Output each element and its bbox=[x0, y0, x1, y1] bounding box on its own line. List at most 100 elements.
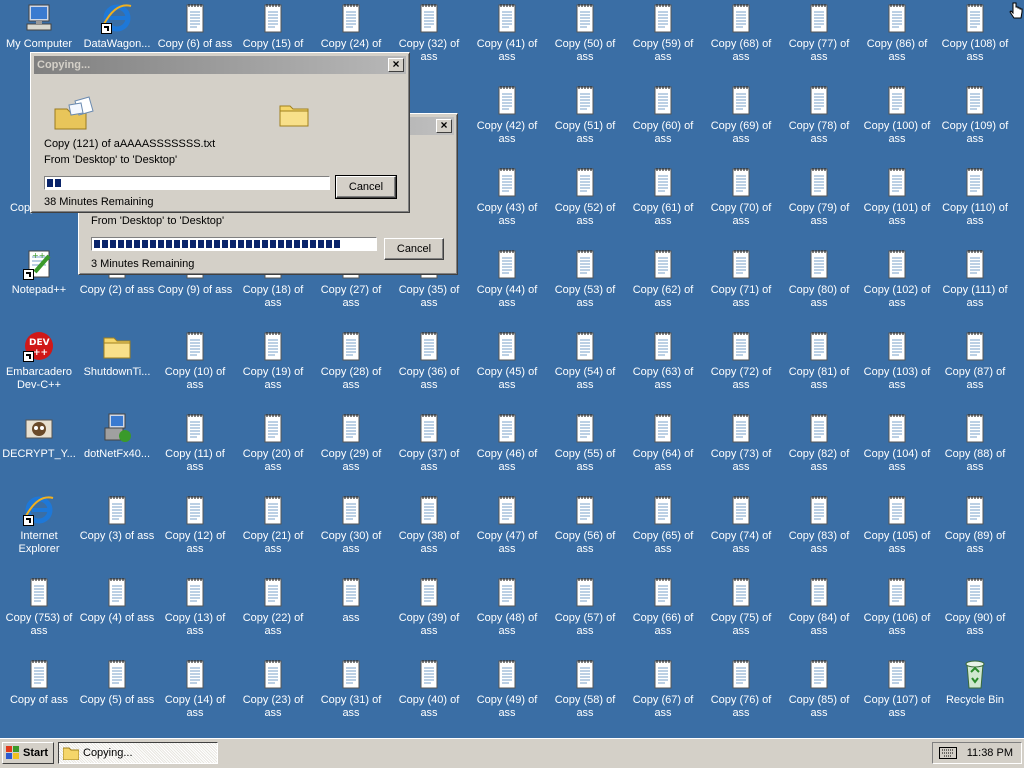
desktop-icon[interactable]: Copy (83) of ass bbox=[780, 494, 858, 574]
desktop-icon[interactable]: Copy (71) of ass bbox=[702, 248, 780, 328]
desktop-icon[interactable]: Copy (104) of ass bbox=[858, 412, 936, 492]
desktop-icon[interactable]: Copy (10) of ass bbox=[156, 330, 234, 410]
desktop-icon[interactable]: Copy (110) of ass bbox=[936, 166, 1014, 246]
desktop-icon[interactable]: ShutdownTi... bbox=[78, 330, 156, 410]
desktop-icon[interactable]: Copy (49) of ass bbox=[468, 658, 546, 738]
desktop-icon[interactable]: Copy (101) of ass bbox=[858, 166, 936, 246]
copy-dialog[interactable]: Copying... × Copy (121) of aAAAASSSSSSS.… bbox=[30, 52, 410, 213]
desktop-icon[interactable]: Copy (57) of ass bbox=[546, 576, 624, 656]
desktop-icon[interactable]: Copy (48) of ass bbox=[468, 576, 546, 656]
desktop-icon[interactable]: Copy (19) of ass bbox=[234, 330, 312, 410]
desktop-icon[interactable]: Copy (23) of ass bbox=[234, 658, 312, 738]
desktop-icon[interactable]: Copy (43) of ass bbox=[468, 166, 546, 246]
desktop-icon[interactable]: Copy (74) of ass bbox=[702, 494, 780, 574]
desktop-icon[interactable]: Copy (61) of ass bbox=[624, 166, 702, 246]
desktop-icon[interactable]: Copy (79) of ass bbox=[780, 166, 858, 246]
desktop-icon[interactable]: Copy (36) of ass bbox=[390, 330, 468, 410]
desktop-icon[interactable]: Copy (87) of ass bbox=[936, 330, 1014, 410]
desktop-icon[interactable]: Copy (53) of ass bbox=[546, 248, 624, 328]
desktop-icon[interactable]: ++ Notepad++ bbox=[0, 248, 78, 328]
clock[interactable]: 11:38 PM bbox=[967, 743, 1013, 763]
desktop-icon[interactable]: Copy (753) of ass bbox=[0, 576, 78, 656]
desktop-icon[interactable]: Copy (46) of ass bbox=[468, 412, 546, 492]
desktop-icon[interactable]: Copy (109) of ass bbox=[936, 84, 1014, 164]
desktop-icon[interactable]: Copy (4) of ass bbox=[78, 576, 156, 656]
desktop-icon[interactable]: dotNetFx40... bbox=[78, 412, 156, 492]
desktop-icon[interactable]: Copy (73) of ass bbox=[702, 412, 780, 492]
desktop-icon[interactable]: Copy (29) of ass bbox=[312, 412, 390, 492]
desktop-icon[interactable]: Copy (80) of ass bbox=[780, 248, 858, 328]
desktop-icon[interactable]: Copy (50) of ass bbox=[546, 2, 624, 82]
desktop-icon[interactable]: Copy (72) of ass bbox=[702, 330, 780, 410]
close-button[interactable]: × bbox=[436, 119, 452, 133]
desktop-icon[interactable]: Copy (81) of ass bbox=[780, 330, 858, 410]
desktop-icon[interactable]: Copy (67) of ass bbox=[624, 658, 702, 738]
desktop-icon[interactable]: Copy (102) of ass bbox=[858, 248, 936, 328]
desktop-icon[interactable]: Copy (41) of ass bbox=[468, 2, 546, 82]
desktop-icon[interactable]: Copy (54) of ass bbox=[546, 330, 624, 410]
desktop-icon[interactable]: Copy (38) of ass bbox=[390, 494, 468, 574]
desktop-icon[interactable]: Copy (69) of ass bbox=[702, 84, 780, 164]
title-bar[interactable]: Copying... × bbox=[34, 56, 406, 74]
desktop-icon[interactable]: Copy of ass bbox=[0, 658, 78, 738]
desktop-icon[interactable]: Copy (30) of ass bbox=[312, 494, 390, 574]
desktop-icon[interactable]: Copy (88) of ass bbox=[936, 412, 1014, 492]
desktop-icon[interactable]: Copy (14) of ass bbox=[156, 658, 234, 738]
desktop-icon[interactable]: DECRYPT_Y... bbox=[0, 412, 78, 492]
desktop-icon[interactable]: Copy (107) of ass bbox=[858, 658, 936, 738]
desktop-icon[interactable]: Copy (51) of ass bbox=[546, 84, 624, 164]
desktop-icon[interactable]: Copy (84) of ass bbox=[780, 576, 858, 656]
desktop-icon[interactable]: Copy (13) of ass bbox=[156, 576, 234, 656]
desktop-icon[interactable]: Copy (105) of ass bbox=[858, 494, 936, 574]
desktop-icon[interactable]: Copy (20) of ass bbox=[234, 412, 312, 492]
desktop-icon[interactable]: Copy (86) of ass bbox=[858, 2, 936, 82]
desktop-icon[interactable]: Copy (42) of ass bbox=[468, 84, 546, 164]
keyboard-icon[interactable] bbox=[939, 747, 957, 762]
desktop-icon[interactable]: Copy (22) of ass bbox=[234, 576, 312, 656]
desktop-icon[interactable]: Copy (28) of ass bbox=[312, 330, 390, 410]
start-button[interactable]: Start bbox=[2, 742, 54, 764]
desktop-icon[interactable]: Recycle Bin bbox=[936, 658, 1014, 738]
desktop-icon[interactable]: Copy (45) of ass bbox=[468, 330, 546, 410]
taskbar-button-copying[interactable]: Copying... bbox=[58, 742, 218, 764]
desktop-icon[interactable]: Copy (100) of ass bbox=[858, 84, 936, 164]
close-button[interactable]: × bbox=[388, 58, 404, 72]
desktop-icon[interactable]: Copy (21) of ass bbox=[234, 494, 312, 574]
desktop-icon[interactable]: Copy (60) of ass bbox=[624, 84, 702, 164]
desktop-icon[interactable]: Copy (103) of ass bbox=[858, 330, 936, 410]
desktop-icon[interactable]: ass bbox=[312, 576, 390, 656]
desktop-icon[interactable]: Copy (68) of ass bbox=[702, 2, 780, 82]
cancel-button[interactable]: Cancel bbox=[335, 175, 397, 199]
desktop-icon[interactable]: Copy (70) of ass bbox=[702, 166, 780, 246]
desktop-icon[interactable]: Copy (63) of ass bbox=[624, 330, 702, 410]
desktop-icon[interactable]: Copy (52) of ass bbox=[546, 166, 624, 246]
desktop-icon[interactable]: Copy (62) of ass bbox=[624, 248, 702, 328]
desktop-icon[interactable]: Copy (37) of ass bbox=[390, 412, 468, 492]
desktop-icon[interactable]: Copy (58) of ass bbox=[546, 658, 624, 738]
desktop-icon[interactable]: Copy (40) of ass bbox=[390, 658, 468, 738]
desktop-icon[interactable]: Copy (82) of ass bbox=[780, 412, 858, 492]
desktop-icon[interactable]: Copy (106) of ass bbox=[858, 576, 936, 656]
desktop-icon[interactable]: Copy (85) of ass bbox=[780, 658, 858, 738]
desktop-icon[interactable]: DEV ++ Embarcadero Dev-C++ bbox=[0, 330, 78, 410]
desktop-icon[interactable]: Copy (111) of ass bbox=[936, 248, 1014, 328]
desktop-icon[interactable]: Copy (59) of ass bbox=[624, 2, 702, 82]
desktop-icon[interactable]: Copy (75) of ass bbox=[702, 576, 780, 656]
desktop-icon[interactable]: Copy (66) of ass bbox=[624, 576, 702, 656]
desktop-icon[interactable]: Copy (64) of ass bbox=[624, 412, 702, 492]
desktop-icon[interactable]: Copy (77) of ass bbox=[780, 2, 858, 82]
desktop-icon[interactable]: Copy (108) of ass bbox=[936, 2, 1014, 82]
desktop-icon[interactable]: Copy (11) of ass bbox=[156, 412, 234, 492]
desktop-icon[interactable]: Copy (47) of ass bbox=[468, 494, 546, 574]
cancel-button[interactable]: Cancel bbox=[384, 238, 444, 260]
desktop-icon[interactable]: Copy (12) of ass bbox=[156, 494, 234, 574]
desktop-icon[interactable]: Copy (55) of ass bbox=[546, 412, 624, 492]
desktop-icon[interactable]: Copy (39) of ass bbox=[390, 576, 468, 656]
desktop-icon[interactable]: Copy (3) of ass bbox=[78, 494, 156, 574]
desktop-icon[interactable]: Copy (5) of ass bbox=[78, 658, 156, 738]
desktop-icon[interactable]: Copy (65) of ass bbox=[624, 494, 702, 574]
desktop-icon[interactable]: Copy (44) of ass bbox=[468, 248, 546, 328]
desktop-icon[interactable]: Copy (89) of ass bbox=[936, 494, 1014, 574]
desktop-icon[interactable]: Copy (31) of ass bbox=[312, 658, 390, 738]
desktop-icon[interactable]: Copy (78) of ass bbox=[780, 84, 858, 164]
